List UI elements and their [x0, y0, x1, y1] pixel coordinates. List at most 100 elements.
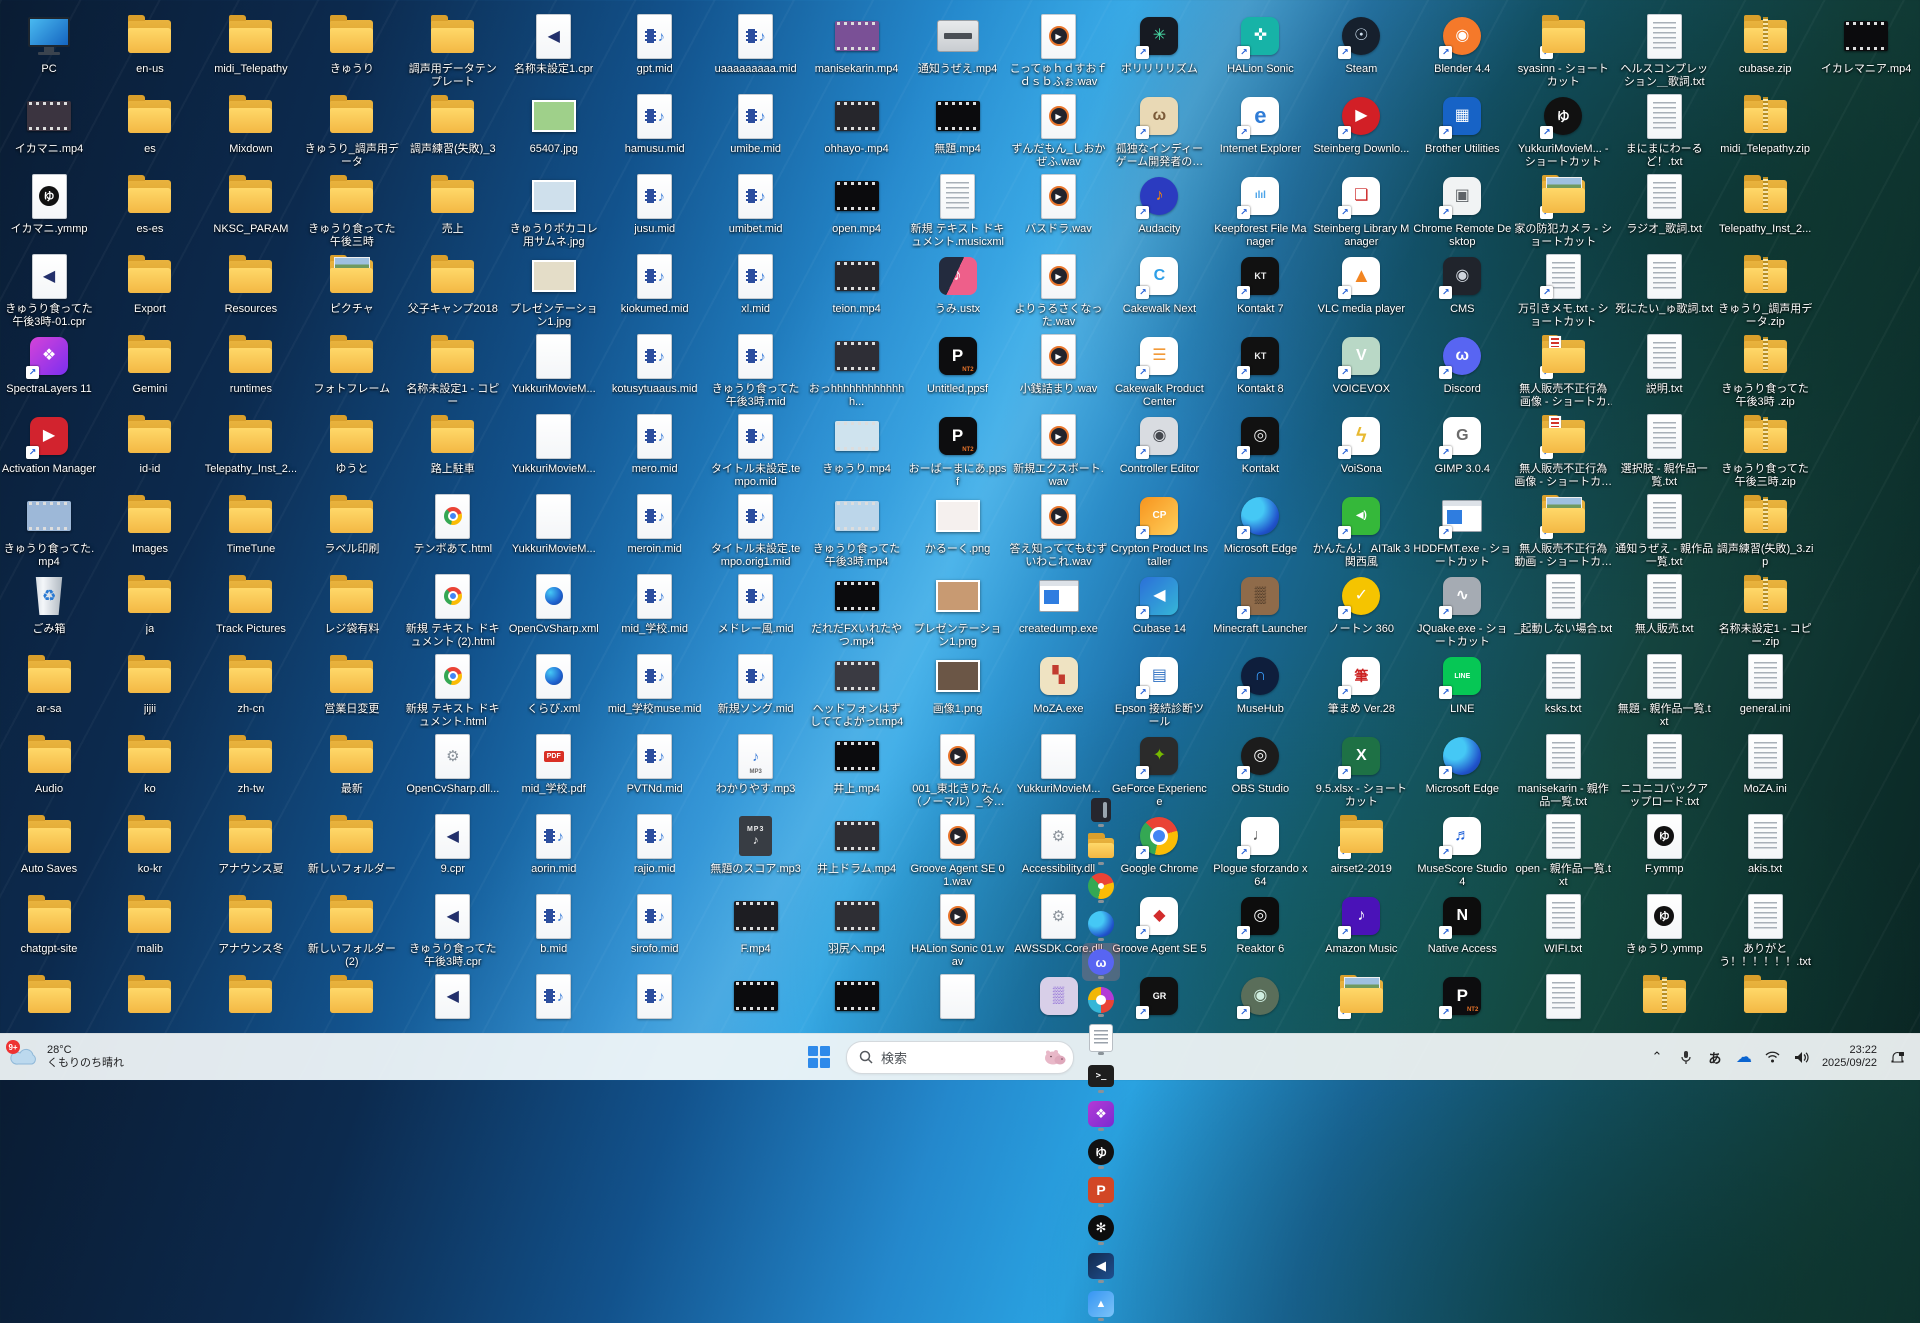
- weather-widget[interactable]: 9+ 28°C くもりのち晴れ: [0, 1034, 134, 1080]
- desktop-icon[interactable]: 路上駐車: [402, 412, 503, 476]
- desktop-icon[interactable]: ▶ バスドラ.wav: [1008, 172, 1109, 236]
- desktop-icon[interactable]: ▶ ずんだもん_しおかぜふ.wav: [1008, 92, 1109, 169]
- desktop-icon[interactable]: ↗家の防犯カメラ - ショートカット: [1513, 172, 1614, 249]
- desktop-icon[interactable]: runtimes: [200, 332, 301, 396]
- desktop-icon[interactable]: PDF mid_学校.pdf: [503, 732, 604, 796]
- desktop-icon[interactable]: F.mp4: [705, 892, 806, 956]
- desktop-icon[interactable]: イカレマニア.mp4: [1816, 12, 1917, 76]
- desktop-icon[interactable]: LINE ↗ LINE: [1412, 652, 1513, 716]
- desktop-icon[interactable]: ϟ ↗ VoiSona: [1311, 412, 1412, 476]
- desktop-icon[interactable]: 65407.jpg: [503, 92, 604, 156]
- desktop-icon[interactable]: ♪ sirofo.mid: [604, 892, 705, 956]
- desktop-icon[interactable]: 名称未設定1 - コピー.zip: [1715, 572, 1816, 649]
- desktop-icon[interactable]: ◎ ↗ Kontakt: [1210, 412, 1311, 476]
- desktop-icon[interactable]: 調声練習(失敗)_3: [402, 92, 503, 156]
- desktop-icon[interactable]: ↗無人販売不正行為 動画 - ショートカット: [1513, 492, 1614, 569]
- desktop-icon[interactable]: 羽尻へ.mp4: [806, 892, 907, 956]
- desktop-icon[interactable]: [806, 972, 907, 1023]
- taskbar-app-edge[interactable]: [1082, 905, 1120, 943]
- desktop-icon[interactable]: P NT2 おーばーまにあ.ppsf: [907, 412, 1008, 489]
- desktop-icon[interactable]: ↗ Google Chrome: [1109, 812, 1210, 876]
- desktop-icon[interactable]: ♪ xl.mid: [705, 252, 806, 316]
- desktop-icon[interactable]: ar-sa: [0, 652, 100, 716]
- desktop-icon[interactable]: ♪ mid_学校muse.mid: [604, 652, 705, 716]
- desktop-icon[interactable]: id-id: [99, 412, 200, 476]
- desktop-icon[interactable]: en-us: [99, 12, 200, 76]
- desktop-icon[interactable]: MP3 ♪ 無題のスコア.mp3: [705, 812, 806, 876]
- desktop-icon[interactable]: es-es: [99, 172, 200, 236]
- desktop-icon[interactable]: ♪ mero.mid: [604, 412, 705, 476]
- desktop-icon[interactable]: 営業日変更: [301, 652, 402, 716]
- desktop-icon[interactable]: [907, 972, 1008, 1023]
- desktop-icon[interactable]: ▶ HALion Sonic 01.wav: [907, 892, 1008, 969]
- desktop-icon[interactable]: [1715, 972, 1816, 1023]
- desktop-icon[interactable]: open.mp4: [806, 172, 907, 236]
- taskbar-app-discord[interactable]: ω: [1082, 943, 1120, 981]
- desktop-icon[interactable]: MoZA.ini: [1715, 732, 1816, 796]
- taskbar-app-chrome[interactable]: [1082, 867, 1120, 905]
- desktop-icon[interactable]: イカマニ.mp4: [0, 92, 100, 156]
- desktop-icon[interactable]: V ↗ VOICEVOX: [1311, 332, 1412, 396]
- taskbar-app-powerpoint[interactable]: P: [1082, 1171, 1120, 1209]
- desktop-icon[interactable]: プレゼンテーション1.png: [907, 572, 1008, 649]
- desktop-icon[interactable]: YukkuriMovieM...: [503, 412, 604, 476]
- desktop-icon[interactable]: 新規 テキスト ドキュメント (2).html: [402, 572, 503, 649]
- desktop-icon[interactable]: G ↗ GIMP 3.0.4: [1412, 412, 1513, 476]
- volume-icon[interactable]: [1793, 1043, 1811, 1071]
- desktop-icon[interactable]: ∩ ↗ MuseHub: [1210, 652, 1311, 716]
- taskbar-app-cubase[interactable]: ◀: [1082, 1247, 1120, 1285]
- desktop-icon[interactable]: ♪ タイトル未設定.tempo.mid: [705, 412, 806, 489]
- desktop-icon[interactable]: NKSC_PARAM: [200, 172, 301, 236]
- desktop-icon[interactable]: きゅうりボカコレ用サムネ.jpg: [503, 172, 604, 249]
- desktop-icon[interactable]: _起動しない場合.txt: [1513, 572, 1614, 636]
- desktop-icon[interactable]: 死にたい_ゅ歌詞.txt: [1614, 252, 1715, 316]
- desktop-icon[interactable]: きゅうり: [301, 12, 402, 76]
- desktop-icon[interactable]: 父子キャンプ2018: [402, 252, 503, 316]
- desktop-icon[interactable]: きゅうり_調声用データ.zip: [1715, 252, 1816, 329]
- desktop-icon[interactable]: ♩ ↗ Plogue sforzando x64: [1210, 812, 1311, 889]
- desktop-icon[interactable]: Telepathy_Inst_2...: [200, 412, 301, 476]
- desktop-icon[interactable]: Resources: [200, 252, 301, 316]
- desktop-icon[interactable]: teion.mp4: [806, 252, 907, 316]
- desktop-icon[interactable]: ❏ ↗ Steinberg Library Manager: [1311, 172, 1412, 249]
- desktop-icon[interactable]: PC: [0, 12, 100, 76]
- desktop-icon[interactable]: アナウンス夏: [200, 812, 301, 876]
- desktop-icon[interactable]: ヘルスコンプレッション＿歌詞.txt: [1614, 12, 1715, 89]
- desktop-icon[interactable]: cubase.zip: [1715, 12, 1816, 76]
- desktop-icon[interactable]: ✦ ↗ GeForce Experience: [1109, 732, 1210, 809]
- desktop-icon[interactable]: malib: [99, 892, 200, 956]
- desktop-icon[interactable]: ◀: [402, 972, 503, 1023]
- desktop-icon[interactable]: ▲ ↗ VLC media player: [1311, 252, 1412, 316]
- desktop-icon[interactable]: だれだFXいれたやつ.mp4: [806, 572, 907, 649]
- desktop-icon[interactable]: ♪ kotusytuaaus.mid: [604, 332, 705, 396]
- desktop-icon[interactable]: N ↗ Native Access: [1412, 892, 1513, 956]
- desktop-icon[interactable]: ▶ 答え知っててもむずいわこれ.wav: [1008, 492, 1109, 569]
- desktop-icon[interactable]: ♪ uaaaaaaaaa.mid: [705, 12, 806, 76]
- desktop-icon[interactable]: ♪ タイトル未設定.tempo.orig1.mid: [705, 492, 806, 569]
- desktop-icon[interactable]: 新規 テキスト ドキュメント.musicxml: [907, 172, 1008, 249]
- desktop-icon[interactable]: [0, 972, 100, 1023]
- desktop-icon[interactable]: CP ↗ Crypton Product Installer: [1109, 492, 1210, 569]
- desktop-icon[interactable]: きゅうり_調声用データ: [301, 92, 402, 169]
- notification-bell-icon[interactable]: [1888, 1043, 1906, 1071]
- desktop-icon[interactable]: ↗ HDDFMT.exe - ショートカット: [1412, 492, 1513, 569]
- desktop-icon[interactable]: ✓ ↗ ノートン 360: [1311, 572, 1412, 636]
- desktop-icon[interactable]: 最新: [301, 732, 402, 796]
- desktop-icon[interactable]: 通知うぜえ - 親作品一覧.txt: [1614, 492, 1715, 569]
- desktop-icon[interactable]: ohhayo-.mp4: [806, 92, 907, 156]
- desktop-icon[interactable]: ♪ aorin.mid: [503, 812, 604, 876]
- desktop-icon[interactable]: zh-tw: [200, 732, 301, 796]
- desktop-icon[interactable]: open - 親作品一覧.txt: [1513, 812, 1614, 889]
- desktop-icon[interactable]: KT ↗ Kontakt 8: [1210, 332, 1311, 396]
- desktop-icon[interactable]: ◀ 9.cpr: [402, 812, 503, 876]
- desktop-icon[interactable]: ☰ ↗ Cakewalk Product Center: [1109, 332, 1210, 409]
- desktop-icon[interactable]: ω ↗ Discord: [1412, 332, 1513, 396]
- desktop-icon[interactable]: ko-kr: [99, 812, 200, 876]
- desktop-icon[interactable]: ❖ ↗ SpectraLayers 11: [0, 332, 100, 396]
- desktop-icon[interactable]: ja: [99, 572, 200, 636]
- desktop-icon[interactable]: chatgpt-site: [0, 892, 100, 956]
- desktop-icon[interactable]: ◉ ↗ CMS: [1412, 252, 1513, 316]
- desktop-icon[interactable]: ありがとう！！！！！！.txt: [1715, 892, 1816, 969]
- taskbar-app-browser-circle[interactable]: [1082, 981, 1120, 1019]
- desktop-icon[interactable]: Auto Saves: [0, 812, 100, 876]
